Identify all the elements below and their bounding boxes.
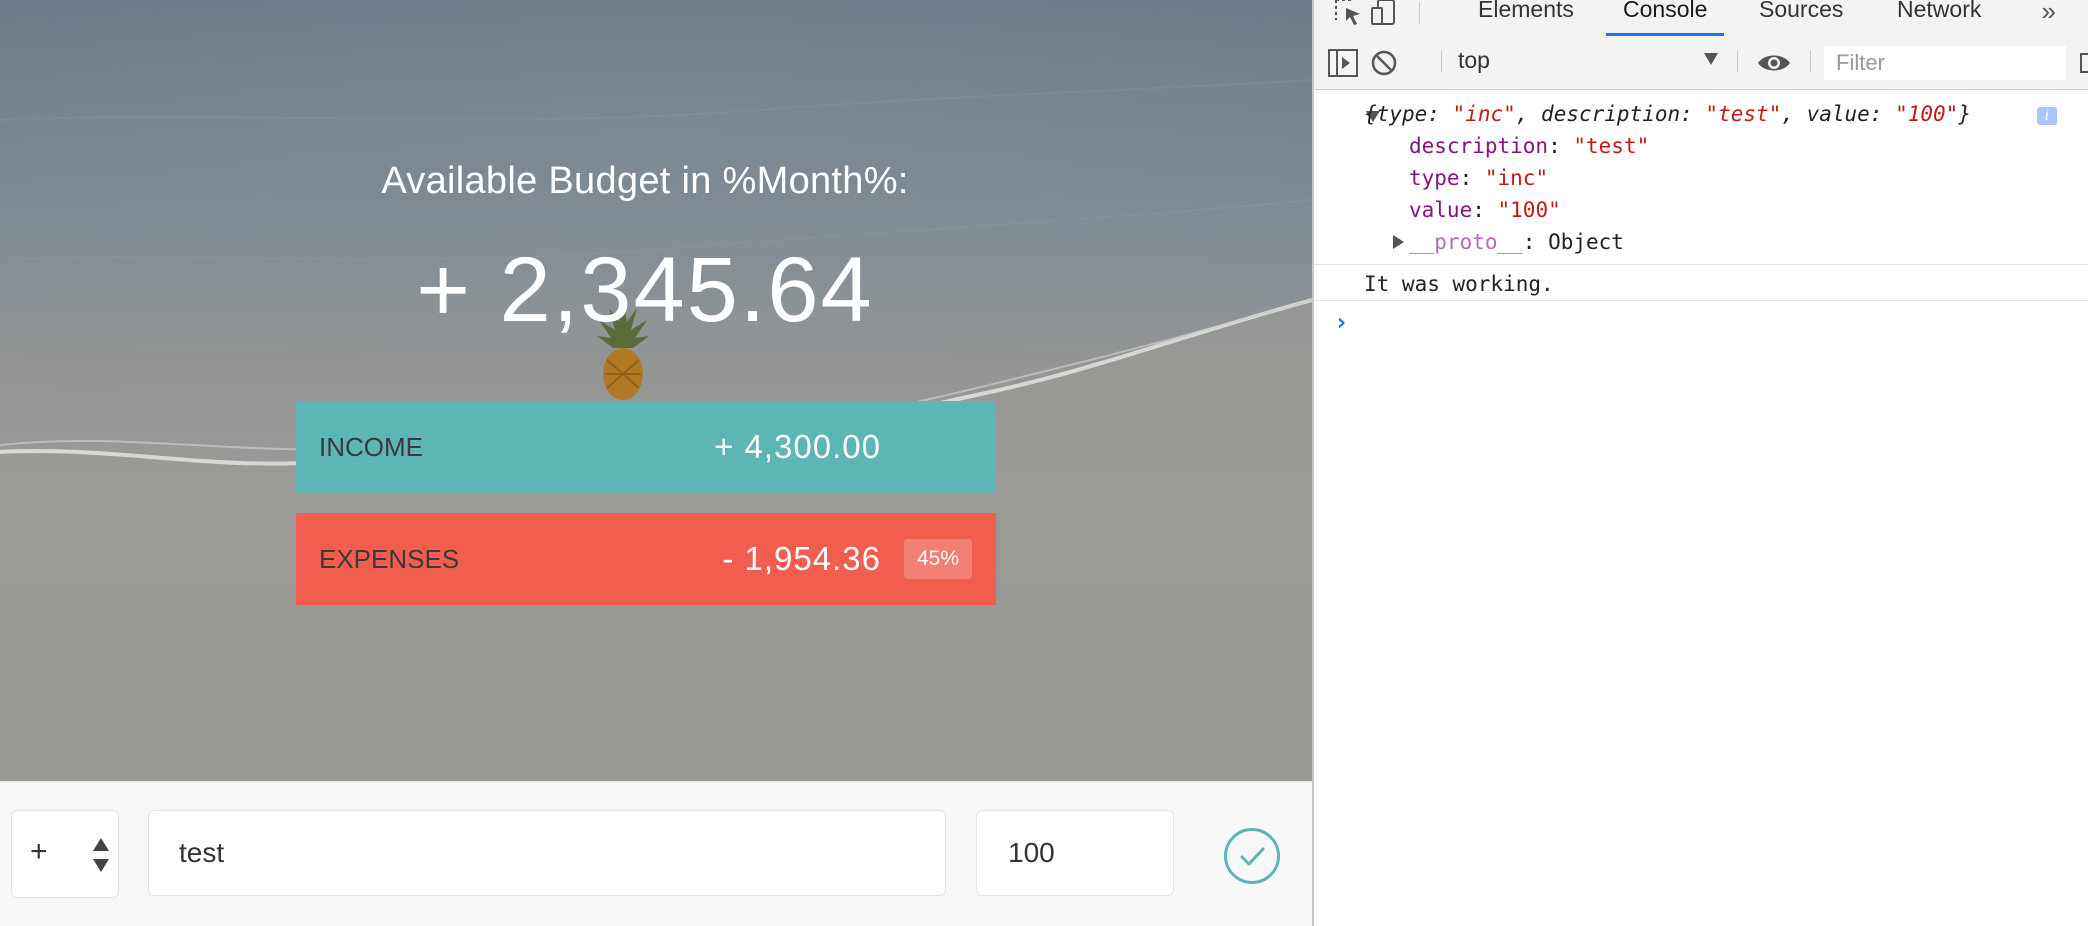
property-value: "test" bbox=[1573, 134, 1650, 158]
summary-value: "test" bbox=[1705, 102, 1782, 126]
clear-console-icon[interactable] bbox=[1370, 49, 1398, 77]
tab-elements[interactable]: Elements bbox=[1478, 0, 1574, 32]
expenses-percentage-badge: 45% bbox=[904, 539, 972, 579]
description-input[interactable] bbox=[148, 810, 946, 896]
tab-console[interactable]: Console bbox=[1605, 0, 1725, 36]
income-label: INCOME bbox=[319, 431, 423, 462]
log-message: It was working. bbox=[1364, 272, 1554, 296]
proto-value: : Object bbox=[1522, 230, 1624, 254]
object-summary[interactable]: {type: "inc", description: "test", value… bbox=[1364, 102, 1971, 126]
expenses-value: - 1,954.36 bbox=[722, 540, 881, 577]
proto-key: __proto__ bbox=[1409, 230, 1523, 254]
toolbar-divider bbox=[1419, 2, 1420, 24]
context-select[interactable]: top bbox=[1458, 47, 1726, 79]
tab-network[interactable]: Network bbox=[1897, 0, 1981, 32]
summary-key: description bbox=[1541, 102, 1681, 126]
type-select-value: + bbox=[30, 835, 48, 868]
beach-waves bbox=[0, 79, 1312, 781]
expenses-summary: EXPENSES - 1,954.36 45% bbox=[296, 513, 996, 605]
summary-key: value bbox=[1806, 102, 1870, 126]
select-arrows-icon bbox=[93, 838, 109, 872]
checkmark-icon bbox=[1240, 847, 1265, 866]
devtools-panel: Elements Console Sources Network » top F… bbox=[1312, 0, 2088, 926]
budget-title: Available Budget in %Month%: bbox=[381, 160, 909, 202]
info-icon[interactable]: i bbox=[2037, 107, 2057, 125]
console-prompt-icon[interactable]: › bbox=[1334, 308, 1348, 336]
income-value: + 4,300.00 bbox=[714, 428, 881, 465]
device-toolbar-icon[interactable] bbox=[1370, 0, 1404, 28]
console-toolbar: top bbox=[1314, 37, 2088, 90]
property-value: "100" bbox=[1497, 198, 1561, 222]
more-tabs-icon[interactable]: » bbox=[2042, 0, 2056, 27]
budget-value: + 2,345.64 bbox=[416, 239, 874, 341]
toolbar-divider bbox=[1441, 50, 1442, 72]
caret-down-icon bbox=[1704, 53, 1718, 65]
budget-app: Available Budget in %Month%: + 2,345.64 … bbox=[0, 0, 1312, 926]
property-key: description bbox=[1409, 134, 1549, 158]
console-filter-input[interactable] bbox=[1824, 46, 2066, 80]
type-select[interactable]: + bbox=[11, 810, 119, 898]
context-select-value: top bbox=[1458, 47, 1490, 73]
toolbar-divider bbox=[1810, 50, 1811, 72]
log-divider bbox=[1314, 264, 2088, 265]
property-key: value bbox=[1409, 198, 1473, 222]
show-sidebar-icon[interactable] bbox=[1328, 49, 1358, 77]
summary-value: "100" bbox=[1895, 102, 1959, 126]
object-property: type: "inc" bbox=[1409, 166, 1549, 190]
summary-value: "inc" bbox=[1452, 102, 1516, 126]
income-summary: INCOME + 4,300.00 bbox=[296, 401, 996, 493]
proto-property[interactable]: __proto__: Object bbox=[1409, 230, 1624, 254]
toolbar-divider bbox=[1737, 50, 1738, 72]
add-button[interactable] bbox=[1224, 828, 1280, 884]
live-expression-eye-icon[interactable] bbox=[1756, 49, 1792, 77]
property-value: "inc" bbox=[1484, 166, 1549, 190]
log-divider bbox=[1314, 300, 2088, 301]
object-property: value: "100" bbox=[1409, 198, 1561, 222]
value-input[interactable] bbox=[976, 810, 1174, 896]
summary-key: type bbox=[1376, 102, 1428, 126]
object-property: description: "test" bbox=[1409, 134, 1650, 158]
settings-clipped-icon[interactable] bbox=[2080, 53, 2088, 73]
tab-sources[interactable]: Sources bbox=[1759, 0, 1843, 32]
expand-triangle-icon[interactable] bbox=[1393, 235, 1404, 249]
devtools-tab-bar: Elements Console Sources Network » bbox=[1314, 0, 2088, 38]
property-key: type bbox=[1409, 166, 1460, 190]
inspect-element-icon[interactable] bbox=[1332, 0, 1366, 28]
hero-background bbox=[0, 0, 1312, 781]
expenses-label: EXPENSES bbox=[319, 543, 460, 574]
